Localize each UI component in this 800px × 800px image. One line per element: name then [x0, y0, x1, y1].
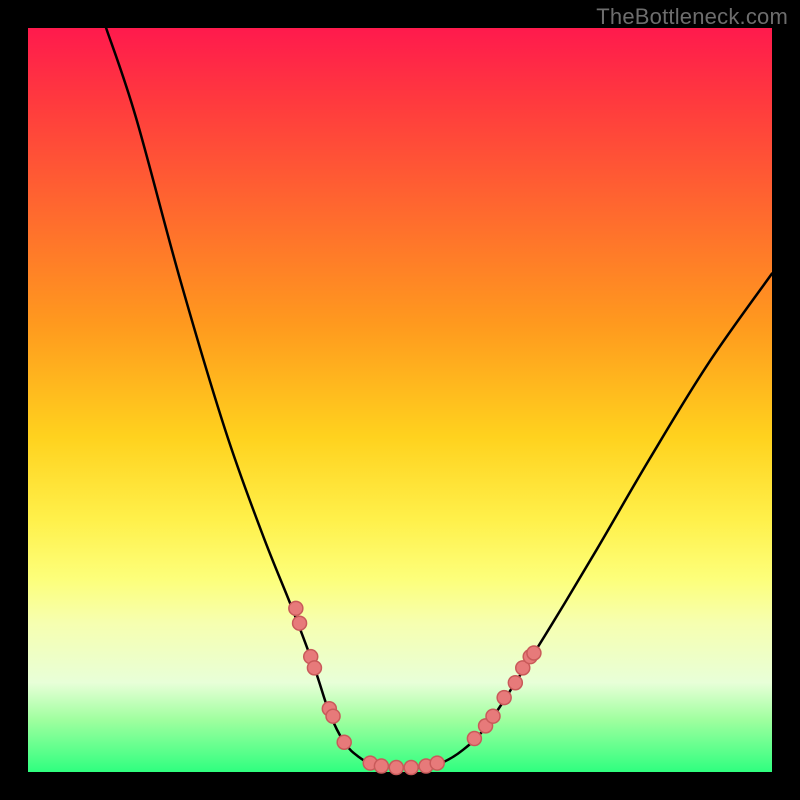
- marker-dot: [293, 616, 307, 630]
- bottleneck-curve: [106, 28, 772, 768]
- marker-dot: [326, 709, 340, 723]
- marker-group: [289, 601, 541, 774]
- marker-dot: [337, 735, 351, 749]
- marker-dot: [527, 646, 541, 660]
- bottleneck-plot: [28, 28, 772, 772]
- marker-dot: [307, 661, 321, 675]
- marker-dot: [430, 756, 444, 770]
- marker-dot: [486, 709, 500, 723]
- chart-frame: [28, 28, 772, 772]
- marker-dot: [289, 601, 303, 615]
- watermark-text: TheBottleneck.com: [596, 4, 788, 30]
- marker-dot: [404, 761, 418, 775]
- marker-dot: [497, 691, 511, 705]
- marker-dot: [389, 761, 403, 775]
- marker-dot: [467, 732, 481, 746]
- marker-dot: [374, 759, 388, 773]
- marker-dot: [508, 676, 522, 690]
